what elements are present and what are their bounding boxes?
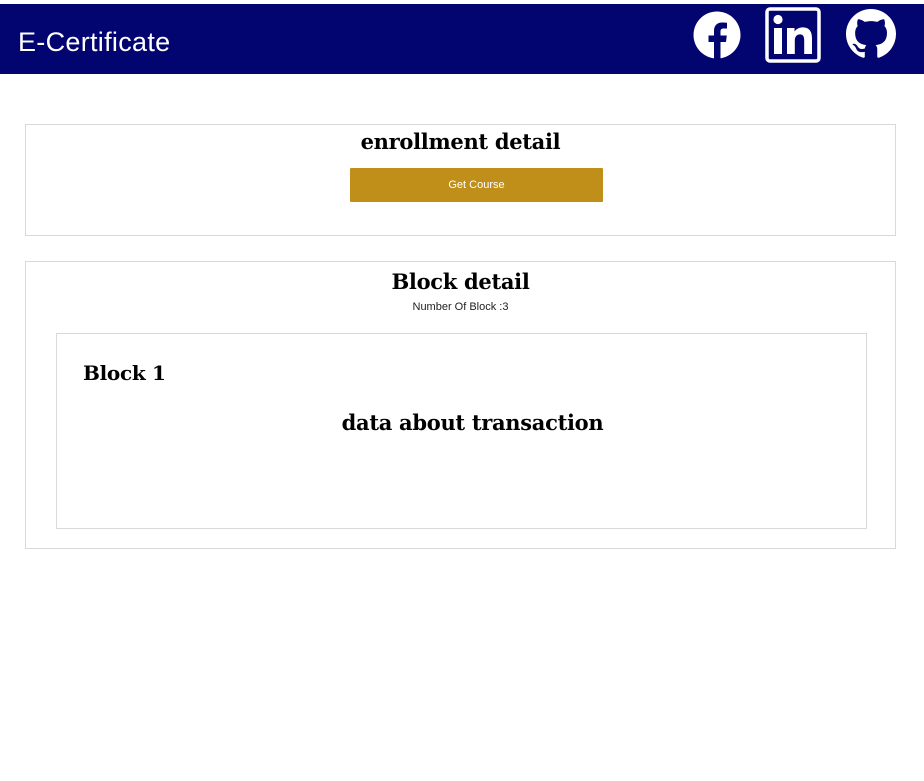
- linkedin-icon[interactable]: [765, 7, 821, 63]
- enrollment-card: enrollment detail Get Course: [25, 124, 896, 236]
- block-detail-card: Block detail Number Of Block :3 Block 1 …: [25, 261, 896, 549]
- block-item-card: Block 1 data about transaction: [56, 333, 867, 529]
- block-item-title: Block 1: [83, 361, 166, 385]
- github-icon[interactable]: [846, 9, 896, 59]
- top-navbar: E-Certificate: [0, 4, 924, 74]
- block-detail-title: Block detail: [391, 269, 530, 294]
- block-item-content: data about transaction: [341, 410, 604, 435]
- get-course-button[interactable]: Get Course: [350, 168, 603, 202]
- facebook-icon[interactable]: [693, 11, 741, 59]
- block-count: Number Of Block :3: [412, 301, 509, 313]
- enrollment-title: enrollment detail: [360, 129, 561, 154]
- brand-title[interactable]: E-Certificate: [18, 26, 170, 58]
